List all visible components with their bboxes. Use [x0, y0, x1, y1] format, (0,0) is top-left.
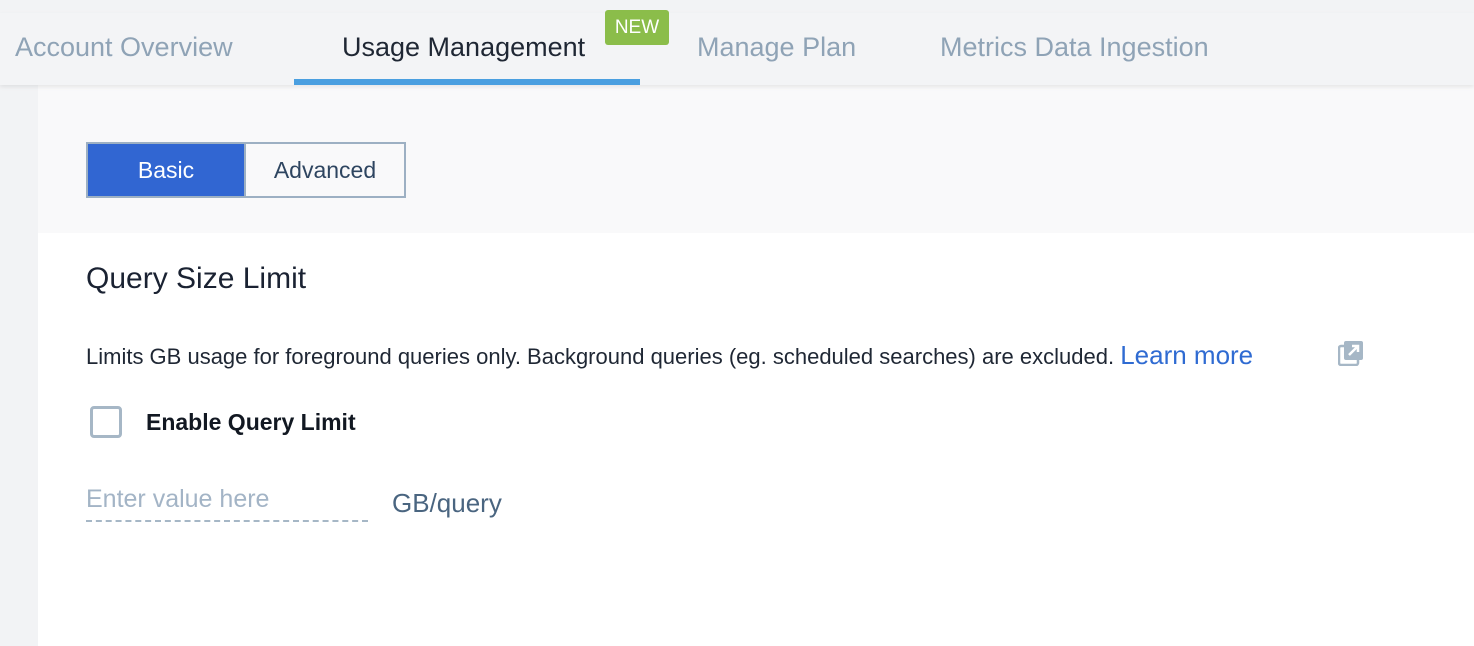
description-text: Limits GB usage for foreground queries o… — [86, 344, 1115, 369]
top-strip — [0, 0, 1474, 14]
active-tab-indicator — [294, 79, 640, 85]
learn-more-link[interactable]: Learn more — [1120, 340, 1253, 370]
section-title: Query Size Limit — [86, 262, 307, 295]
enable-query-limit-label[interactable]: Enable Query Limit — [146, 409, 356, 436]
new-badge: NEW — [605, 10, 669, 45]
basic-mode-button[interactable]: Basic — [86, 142, 246, 198]
tab-metrics-data-ingestion[interactable]: Metrics Data Ingestion — [940, 13, 1209, 85]
tab-bar: Account Overview Usage Management NEW Ma… — [0, 10, 1474, 85]
section-description: Limits GB usage for foreground queries o… — [86, 340, 1253, 371]
left-rail — [0, 85, 38, 646]
tab-usage-management[interactable]: Usage Management — [342, 13, 585, 85]
tab-account-overview[interactable]: Account Overview — [15, 13, 233, 85]
enable-query-limit-checkbox[interactable] — [90, 406, 122, 438]
tab-manage-plan[interactable]: Manage Plan — [697, 13, 856, 85]
query-limit-input[interactable] — [86, 478, 368, 522]
advanced-mode-button[interactable]: Advanced — [244, 142, 406, 198]
unit-label: GB/query — [392, 488, 502, 518]
external-link-icon[interactable] — [1337, 340, 1364, 367]
